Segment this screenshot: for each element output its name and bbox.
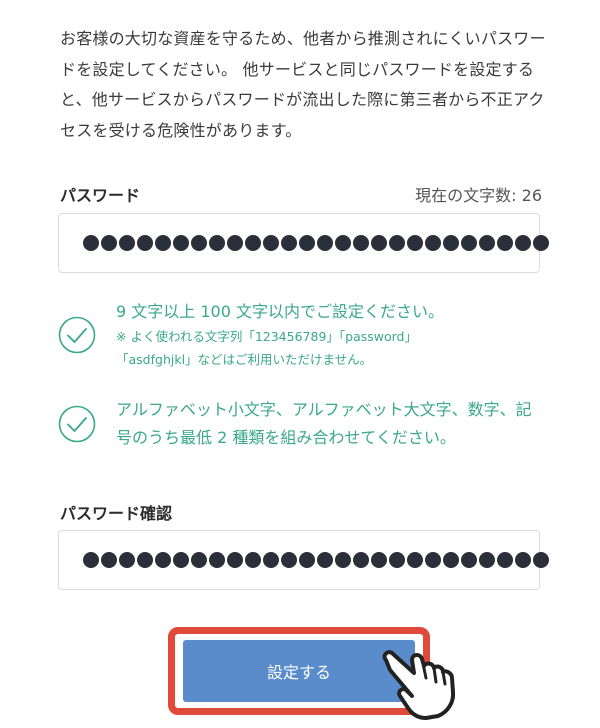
- rule-length-text: 9 文字以上 100 文字以内でご設定ください。: [116, 302, 444, 321]
- password-mask-dot: [443, 552, 459, 568]
- password-mask-dot: [533, 235, 549, 251]
- intro-text: お客様の大切な資産を守るため、他者から推測されにくいパスワードを設定してください…: [60, 29, 546, 140]
- password-mask-dot: [155, 552, 171, 568]
- password-mask-dot: [173, 552, 189, 568]
- password-mask-dot: [515, 552, 531, 568]
- password-mask-dot: [191, 552, 207, 568]
- password-mask-dot: [83, 235, 99, 251]
- password-confirm-label: パスワード確認: [60, 504, 173, 523]
- password-mask-dot: [245, 235, 261, 251]
- password-mask-dot: [209, 552, 225, 568]
- password-confirm-input[interactable]: [58, 530, 549, 590]
- password-mask-dot: [425, 552, 441, 568]
- check-circle-icon: [58, 405, 96, 443]
- password-mask-dot: [443, 235, 459, 251]
- password-confirm-mask: [83, 552, 549, 568]
- password-mask-dot: [281, 552, 297, 568]
- password-mask-dot: [371, 235, 387, 251]
- check-circle-icon: [58, 316, 96, 354]
- password-mask-dot: [353, 235, 369, 251]
- password-mask-dot: [281, 235, 297, 251]
- password-mask-dot: [119, 552, 135, 568]
- password-mask-dot: [497, 552, 513, 568]
- password-mask-dot: [335, 235, 351, 251]
- password-mask-dot: [407, 235, 423, 251]
- password-mask-dot: [83, 552, 99, 568]
- password-mask-dot: [371, 552, 387, 568]
- password-mask-dot: [461, 552, 477, 568]
- password-mask-dot: [497, 235, 513, 251]
- password-mask-dot: [515, 235, 531, 251]
- password-input[interactable]: [58, 213, 549, 273]
- password-mask-dot: [119, 235, 135, 251]
- password-mask-dot: [155, 235, 171, 251]
- password-label: パスワード: [60, 186, 141, 205]
- password-mask-dot: [263, 552, 279, 568]
- password-mask: [83, 235, 549, 251]
- password-mask-dot: [137, 552, 153, 568]
- password-mask-dot: [173, 235, 189, 251]
- password-mask-dot: [479, 552, 495, 568]
- password-mask-dot: [317, 552, 333, 568]
- password-mask-dot: [353, 552, 369, 568]
- rule-length-note-1: ※ よく使われる文字列「123456789」「password」: [116, 329, 417, 344]
- password-mask-dot: [317, 235, 333, 251]
- password-mask-dot: [479, 235, 495, 251]
- password-mask-dot: [407, 552, 423, 568]
- char-count: 現在の文字数: 26: [415, 186, 542, 205]
- password-mask-dot: [101, 552, 117, 568]
- pointing-hand-cursor-icon: [382, 650, 456, 720]
- rule-length-note-2: 「asdfghjkl」などはご利用いただけません。: [116, 352, 373, 367]
- password-mask-dot: [299, 235, 315, 251]
- password-mask-dot: [191, 235, 207, 251]
- password-mask-dot: [389, 235, 405, 251]
- password-mask-dot: [245, 552, 261, 568]
- password-mask-dot: [335, 552, 351, 568]
- password-mask-dot: [425, 235, 441, 251]
- password-mask-dot: [263, 235, 279, 251]
- password-mask-dot: [533, 552, 549, 568]
- password-mask-dot: [227, 552, 243, 568]
- rule-charset-text-1: アルファベット小文字、アルファベット大文字、数字、記: [116, 400, 532, 419]
- rule-charset-text-2: 号のうち最低 2 種類を組み合わせてください。: [116, 428, 456, 447]
- password-mask-dot: [389, 552, 405, 568]
- password-mask-dot: [209, 235, 225, 251]
- password-mask-dot: [299, 552, 315, 568]
- password-mask-dot: [461, 235, 477, 251]
- password-mask-dot: [101, 235, 117, 251]
- password-mask-dot: [227, 235, 243, 251]
- password-mask-dot: [137, 235, 153, 251]
